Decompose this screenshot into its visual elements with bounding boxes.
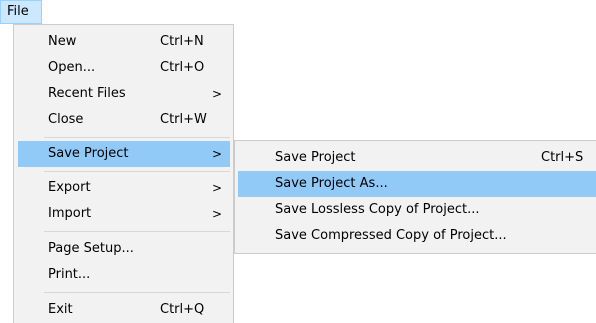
menu-item-print[interactable]: Print... bbox=[18, 262, 230, 288]
menu-item-shortcut: Ctrl+O bbox=[160, 60, 205, 75]
menu-item-label: Exit bbox=[48, 302, 73, 317]
menu-item-label: New bbox=[48, 34, 77, 49]
chevron-right-icon: > bbox=[211, 207, 222, 221]
menu-item-close[interactable]: Close Ctrl+W bbox=[18, 107, 230, 133]
menu-item-shortcut: Ctrl+W bbox=[160, 112, 207, 127]
menu-item-label: Save Project As... bbox=[275, 176, 388, 191]
menu-separator bbox=[44, 292, 230, 293]
menu-item-open[interactable]: Open... Ctrl+O bbox=[18, 55, 230, 81]
menu-item-label: Recent Files bbox=[48, 86, 126, 101]
chevron-right-icon: > bbox=[211, 147, 222, 161]
file-menu: New Ctrl+N Open... Ctrl+O Recent Files >… bbox=[13, 24, 234, 323]
chevron-right-icon: > bbox=[211, 181, 222, 195]
menu-item-recent-files[interactable]: Recent Files > bbox=[18, 81, 230, 107]
menu-item-shortcut: Ctrl+Q bbox=[160, 302, 205, 317]
menu-item-label: Save Lossless Copy of Project... bbox=[275, 202, 480, 217]
menu-item-export[interactable]: Export > bbox=[18, 175, 230, 201]
save-project-submenu: Save Project Ctrl+S Save Project As... S… bbox=[234, 140, 596, 254]
menu-item-label: Save Project bbox=[275, 150, 356, 165]
submenu-item-save-lossless-copy[interactable]: Save Lossless Copy of Project... bbox=[238, 197, 596, 223]
menu-item-new[interactable]: New Ctrl+N bbox=[18, 29, 230, 55]
menu-item-label: Close bbox=[48, 112, 84, 127]
submenu-item-save-compressed-copy[interactable]: Save Compressed Copy of Project... bbox=[238, 223, 596, 249]
menu-item-save-project[interactable]: Save Project > bbox=[18, 141, 230, 167]
menu-item-shortcut: Ctrl+S bbox=[541, 150, 584, 165]
menu-item-shortcut: Ctrl+N bbox=[160, 34, 204, 49]
menu-item-label: Export bbox=[48, 180, 91, 195]
menu-item-label: Print... bbox=[48, 267, 91, 282]
application-window: File New Ctrl+N Open... Ctrl+O Recent Fi… bbox=[0, 0, 596, 323]
chevron-right-icon: > bbox=[211, 87, 222, 101]
menu-item-import[interactable]: Import > bbox=[18, 201, 230, 227]
menu-item-page-setup[interactable]: Page Setup... bbox=[18, 236, 230, 262]
menu-file[interactable]: File bbox=[0, 0, 42, 24]
menu-separator bbox=[44, 171, 230, 172]
menu-item-label: Save Compressed Copy of Project... bbox=[275, 228, 507, 243]
menu-bar: File bbox=[0, 0, 596, 24]
menu-item-exit[interactable]: Exit Ctrl+Q bbox=[18, 297, 230, 323]
menu-item-label: Page Setup... bbox=[48, 241, 134, 256]
menu-separator bbox=[44, 137, 230, 138]
menu-item-label: Open... bbox=[48, 60, 96, 75]
menu-item-label: Import bbox=[48, 206, 92, 221]
menu-item-label: Save Project bbox=[48, 146, 129, 161]
menu-separator bbox=[44, 231, 230, 232]
submenu-item-save-project-as[interactable]: Save Project As... bbox=[238, 171, 596, 197]
submenu-item-save-project[interactable]: Save Project Ctrl+S bbox=[238, 145, 596, 171]
